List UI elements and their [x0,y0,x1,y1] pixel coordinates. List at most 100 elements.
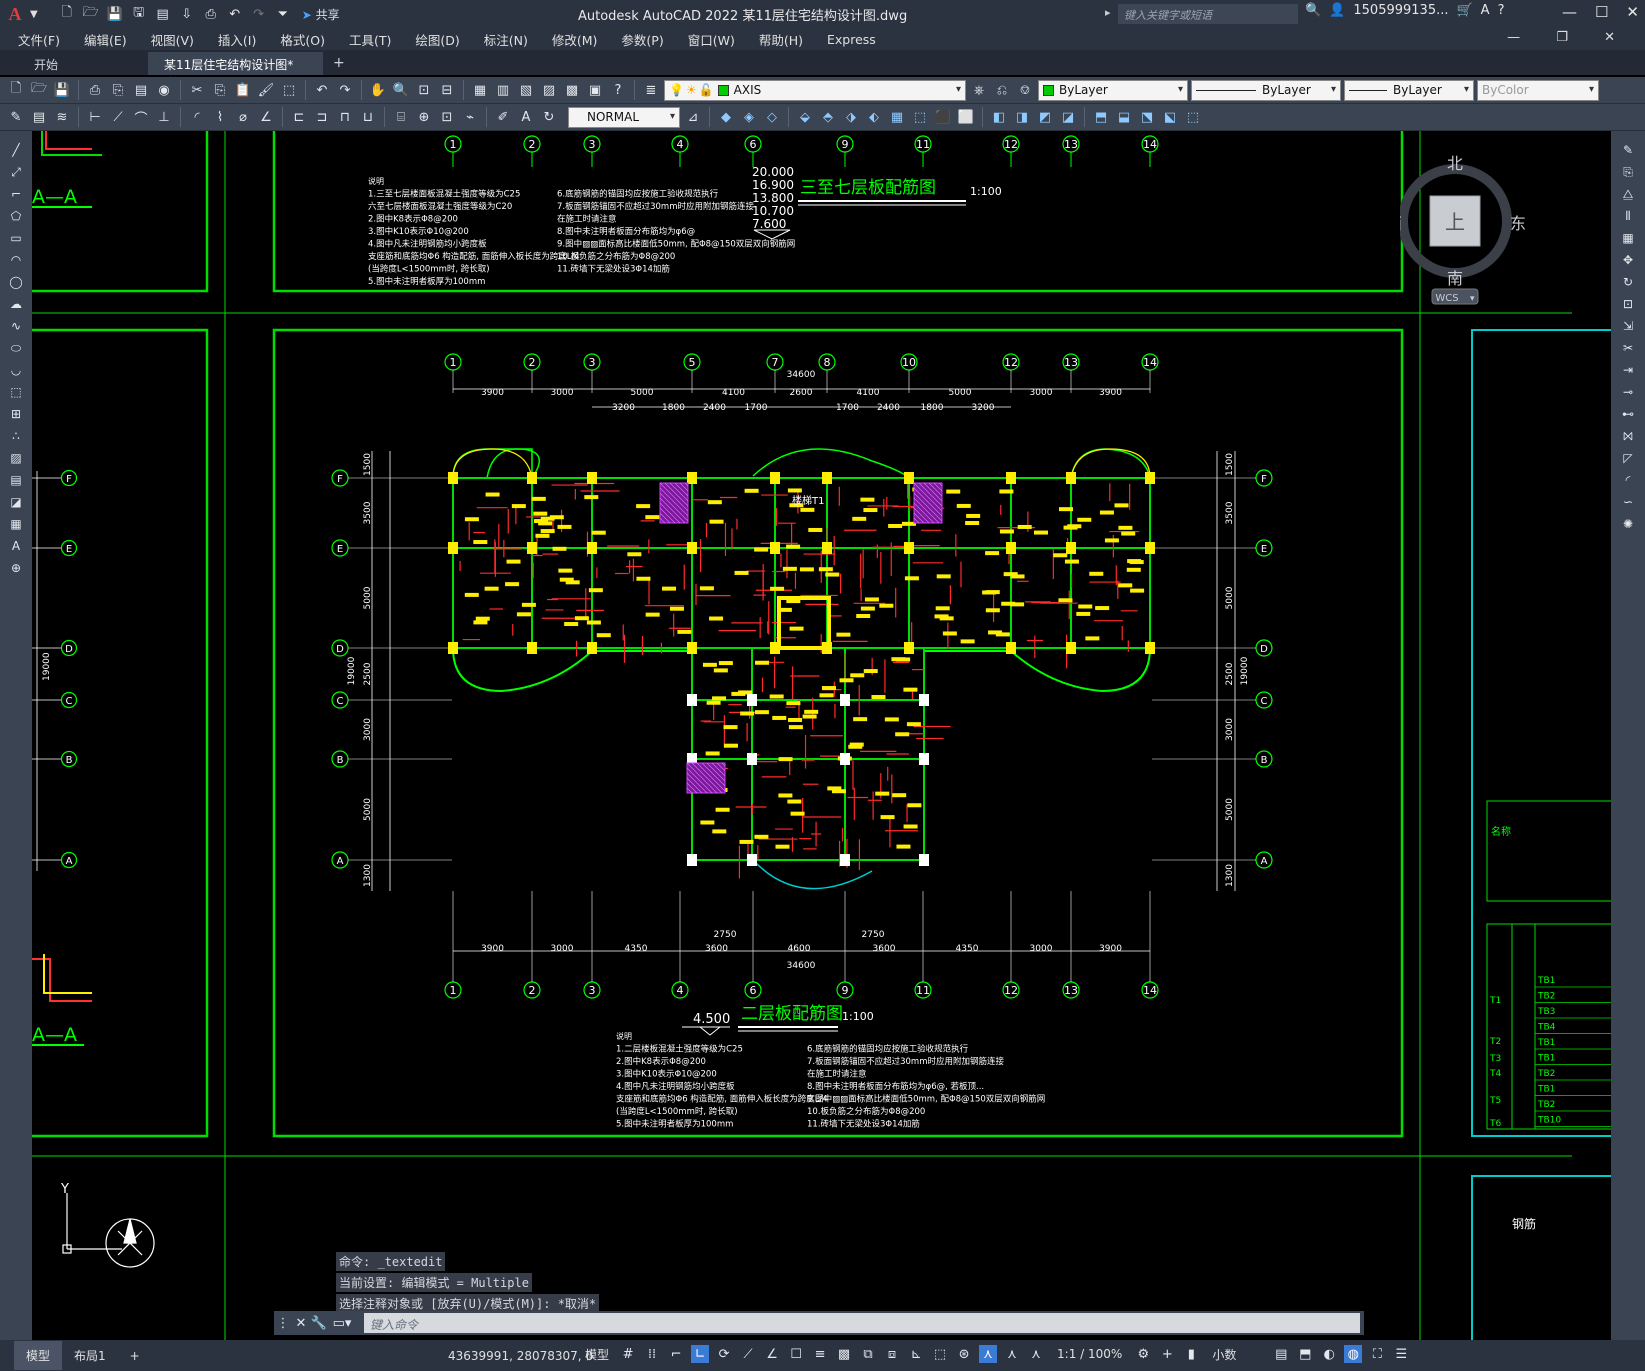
transparency-icon[interactable]: ▩ [835,1345,853,1363]
dim-update-icon[interactable]: ↻ [539,107,559,127]
minimize-icon[interactable]: — [1562,3,1577,21]
dimstyle-dropdown[interactable]: NORMAL ▾ [568,106,680,128]
lineweight-dropdown[interactable]: ByLayer ▾ [1344,79,1474,101]
stretch-icon[interactable]: ⬛ [933,107,953,127]
ucs-prev-icon[interactable]: ⬔ [1137,107,1157,127]
hatch-icon[interactable]: ▨ [7,449,25,467]
search-input[interactable]: 键入关键字或短语 [1118,4,1298,24]
view-front-icon[interactable]: ◧ [989,107,1009,127]
help-icon[interactable]: ? [1498,3,1505,18]
polyline-icon[interactable]: ⌐ [7,185,25,203]
clean-screen-icon[interactable]: ⛶ [1368,1345,1386,1363]
recent-commands-icon[interactable]: ▭▾ [328,1313,356,1333]
redo-icon[interactable]: ↷ [250,5,268,23]
break-at-point-icon[interactable]: ⊸ [1619,383,1637,401]
properties-icon[interactable]: ▦ [470,80,490,100]
infer-icon[interactable]: ⌐ [667,1345,685,1363]
menu-dimension[interactable]: 标注(N) [484,30,528,49]
model-space-toggle[interactable]: 模型 [585,1346,609,1363]
3d-dwf-icon[interactable]: ◉ [154,80,174,100]
ordinate-icon[interactable]: ⊥ [154,107,174,127]
tab-start[interactable]: 开始 [18,52,148,75]
attribute-icon[interactable]: ▤ [29,107,49,127]
user-icon[interactable]: 👤 [1329,3,1345,18]
insert-block-icon[interactable]: ⬚ [7,383,25,401]
aligned-dim-icon[interactable]: ⟋ [108,107,128,127]
continue-icon[interactable]: ⊓ [335,107,355,127]
menu-modify[interactable]: 修改(M) [552,30,598,49]
drawing-canvas[interactable]: 名称 TB1 TB2 TB3 TB4 TB1 TB1 TB2 TB1 TB2 TB10 T1 T2 T3… [32,131,1611,1340]
revcloud-icon[interactable]: ☁ [7,295,25,313]
units-icon[interactable]: ▮ [1182,1345,1200,1363]
compass-west[interactable]: 西 [1400,214,1402,233]
diameter-icon[interactable]: ⌀ [233,107,253,127]
doc-minimize-icon[interactable]: — [1507,30,1520,45]
circle-icon[interactable]: ◯ [7,273,25,291]
linetype-dropdown[interactable]: ByLayer ▾ [1191,79,1341,101]
chamfer-icon[interactable]: ◸ [1619,449,1637,467]
arc-icon[interactable]: ◠ [7,251,25,269]
units-value[interactable]: 小数 [1212,1346,1236,1363]
ungroup-icon[interactable]: ⬖ [864,107,884,127]
line-icon[interactable]: ╱ [7,141,25,159]
coordinates-readout[interactable]: 43639991, 28078307, 0 [448,1349,593,1363]
quick-properties-icon[interactable]: ▤ [1272,1345,1290,1363]
compass-south[interactable]: 南 [1447,269,1463,288]
layer-previous-icon[interactable]: ⎌ [992,80,1012,100]
insert-block-icon[interactable]: ⬘ [818,107,838,127]
scale-icon[interactable]: ⬚ [910,107,930,127]
plot-icon[interactable]: ⎙ [202,5,220,23]
mirror-icon[interactable]: ⧋ [1619,185,1637,203]
explode-icon[interactable]: ✺ [1619,515,1637,533]
rotate-icon[interactable]: ↻ [1619,273,1637,291]
scale-icon[interactable]: ⊡ [1619,295,1637,313]
ortho-icon[interactable]: ∟ [691,1345,710,1363]
calculator-icon[interactable]: ▣ [585,80,605,100]
compass-east[interactable]: 东 [1510,214,1526,233]
rectangle-icon[interactable]: ▭ [7,229,25,247]
group-icon[interactable]: ⬗ [841,107,861,127]
layer-dropdown[interactable]: 💡 ☀ 🔓 AXIS ▾ [664,79,966,101]
trim-icon[interactable]: ✂ [1619,339,1637,357]
a360-icon[interactable]: A [1481,3,1490,18]
object-snap-icon[interactable]: ☐ [787,1345,805,1363]
chevron-down-icon[interactable]: ▼ [30,9,38,20]
graphics-performance-icon[interactable]: ◍ [1344,1345,1363,1363]
move-icon[interactable]: ✥ [1619,251,1637,269]
close-icon[interactable]: ✕ [292,1313,310,1333]
lock-ui-icon[interactable]: ⬒ [1296,1345,1314,1363]
menu-tools[interactable]: 工具(T) [349,30,391,49]
ucs-object-icon[interactable]: ⬚ [1183,107,1203,127]
menu-parametric[interactable]: 参数(P) [621,30,663,49]
menu-edit[interactable]: 编辑(E) [84,30,127,49]
ucs-world-icon[interactable]: ⬓ [1114,107,1134,127]
zoom-realtime-icon[interactable]: 🔍 [391,80,411,100]
baseline-icon[interactable]: ⊐ [312,107,332,127]
tab-model[interactable]: 模型 [14,1341,63,1370]
add-layout-button[interactable]: + [118,1343,152,1369]
offset-icon[interactable]: ⫴ [1619,207,1637,225]
tab-layout1[interactable]: 布局1 [62,1341,118,1370]
align-icon[interactable]: ⬙ [795,107,815,127]
selection-filter-icon[interactable]: ⬚ [931,1345,949,1363]
menu-view[interactable]: 视图(V) [151,30,194,49]
cut-icon[interactable]: ✂ [187,80,207,100]
array-icon[interactable]: ▦ [887,107,907,127]
dim-edit-icon[interactable]: ✐ [493,107,513,127]
plotstyle-dropdown[interactable]: ByColor ▾ [1477,79,1599,101]
break-icon[interactable]: ⊷ [1619,405,1637,423]
gradient-icon[interactable]: ▤ [7,471,25,489]
tab-drawing[interactable]: 某11层住宅结构设计图* ✕ [148,52,323,87]
inspect-icon[interactable]: ⊡ [437,107,457,127]
dynamic-ucs-icon[interactable]: ⊾ [907,1345,925,1363]
new-tab-button[interactable]: + [323,52,355,75]
search-icon[interactable]: 🔍 [1305,3,1321,18]
extend-icon[interactable]: ⇥ [1619,361,1637,379]
make-current-icon[interactable]: ⎈ [969,80,989,100]
publish-icon[interactable]: ▤ [154,5,172,23]
tolerance-icon[interactable]: ⌸ [391,107,411,127]
ucs-face-icon[interactable]: ⬕ [1160,107,1180,127]
mirror-3d-icon[interactable]: ◇ [762,107,782,127]
cart-icon[interactable]: 🛒 [1456,3,1472,18]
3d-osnap-icon[interactable]: ⧈ [883,1345,901,1363]
